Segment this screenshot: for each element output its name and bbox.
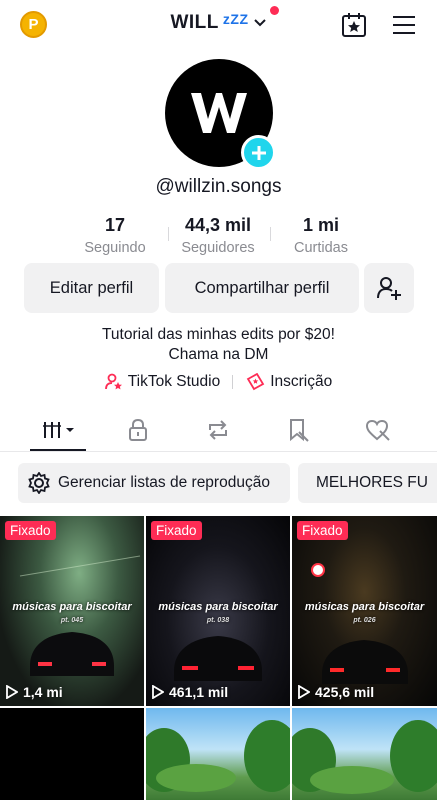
menu-icon[interactable] xyxy=(392,13,416,37)
content-tabs xyxy=(0,410,437,452)
lock-icon xyxy=(129,418,147,441)
view-count: 425,6 mil xyxy=(298,684,374,700)
subscription-link[interactable]: Inscrição xyxy=(245,373,332,391)
video-thumbnail[interactable] xyxy=(292,708,437,800)
repost-icon xyxy=(209,420,227,440)
video-overlay-title: músicas para biscoitar pt. 038 xyxy=(158,601,278,625)
view-count: 1,4 mi xyxy=(6,684,63,700)
pinned-badge: Fixado xyxy=(5,521,56,540)
tiktok-studio-link[interactable]: TikTok Studio xyxy=(104,373,221,391)
subscription-label: Inscrição xyxy=(270,373,333,390)
divider xyxy=(232,375,234,389)
tab-videos[interactable] xyxy=(38,414,80,446)
bookmark-hidden-icon xyxy=(290,419,309,442)
stat-label: Curtidas xyxy=(294,240,348,256)
play-icon xyxy=(298,685,310,699)
top-bar: P WILL zZZ xyxy=(0,0,437,52)
stat-label: Seguindo xyxy=(84,240,146,256)
edit-profile-label: Editar perfil xyxy=(49,278,134,297)
ticket-star-icon xyxy=(246,373,265,391)
tab-saved[interactable] xyxy=(278,414,318,446)
plus-icon xyxy=(251,145,266,160)
add-user-icon xyxy=(377,277,401,300)
stat-followers[interactable]: 44,3 mil Seguidores xyxy=(163,215,273,256)
trees-scene xyxy=(292,720,437,794)
calendar-star-icon[interactable] xyxy=(341,12,367,38)
tab-reposts[interactable] xyxy=(198,414,238,446)
share-profile-button[interactable]: Compartilhar perfil xyxy=(165,263,359,313)
grid-filter-icon xyxy=(43,422,74,438)
tiktok-studio-label: TikTok Studio xyxy=(127,373,221,390)
stat-likes[interactable]: 1 mi Curtidas xyxy=(266,215,376,256)
video-thumbnail[interactable]: músicas para biscoitar pt. 045 Fixado 1,4… xyxy=(0,516,144,706)
playlist-label: MELHORES FU xyxy=(316,474,428,491)
tab-liked[interactable] xyxy=(358,414,398,446)
add-friend-button[interactable] xyxy=(364,263,414,313)
stat-value: 44,3 mil xyxy=(184,215,252,235)
add-avatar-button[interactable] xyxy=(241,135,276,170)
stat-label: Seguidores xyxy=(181,240,255,256)
account-suffix: zZZ xyxy=(222,11,249,27)
notification-dot xyxy=(269,6,279,15)
bio-line: Tutorial das minhas edits por $20! xyxy=(102,326,335,343)
edit-profile-button[interactable]: Editar perfil xyxy=(24,263,159,313)
video-thumbnail[interactable] xyxy=(146,708,290,800)
video-thumbnail[interactable] xyxy=(0,708,144,800)
video-overlay-title: músicas para biscoitar pt. 045 xyxy=(12,601,132,625)
share-profile-label: Compartilhar perfil xyxy=(194,278,330,297)
pinned-badge: Fixado xyxy=(151,521,202,540)
account-switcher[interactable]: WILL zZZ xyxy=(0,6,437,34)
bio-line: Chama na DM xyxy=(168,346,269,363)
video-overlay-title: músicas para biscoitar pt. 026 xyxy=(304,601,425,625)
video-thumbnail[interactable]: músicas para biscoitar pt. 026 Fixado 425… xyxy=(292,516,437,706)
stat-value: 17 xyxy=(104,215,126,235)
stat-value: 1 mi xyxy=(302,215,340,235)
video-thumbnail[interactable]: músicas para biscoitar pt. 038 Fixado 461… xyxy=(146,516,290,706)
person-star-icon xyxy=(104,373,122,390)
logo-w-icon xyxy=(191,93,247,133)
play-icon xyxy=(152,685,164,699)
profile-handle: @willzin.songs xyxy=(155,176,282,197)
account-name: WILL xyxy=(170,12,219,33)
trees-scene xyxy=(146,720,290,792)
heart-hidden-icon xyxy=(365,419,390,441)
playlist-chip[interactable]: MELHORES FU xyxy=(298,463,437,503)
view-count: 461,1 mil xyxy=(152,684,228,700)
stat-following[interactable]: 17 Seguindo xyxy=(60,215,170,256)
video-grid: músicas para biscoitar pt. 045 Fixado 1,4… xyxy=(0,516,437,800)
pinned-badge: Fixado xyxy=(297,521,348,540)
profile-links: TikTok Studio Inscrição xyxy=(0,373,437,391)
chevron-down-icon xyxy=(253,19,266,27)
manage-playlists-button[interactable]: Gerenciar listas de reprodução xyxy=(18,463,290,503)
manage-playlists-label: Gerenciar listas de reprodução xyxy=(58,474,270,491)
bio: Tutorial das minhas edits por $20! Chama… xyxy=(0,325,437,365)
play-icon xyxy=(6,685,18,699)
gear-icon xyxy=(28,472,50,494)
tab-private[interactable] xyxy=(118,414,158,446)
active-tab-indicator xyxy=(30,449,86,451)
